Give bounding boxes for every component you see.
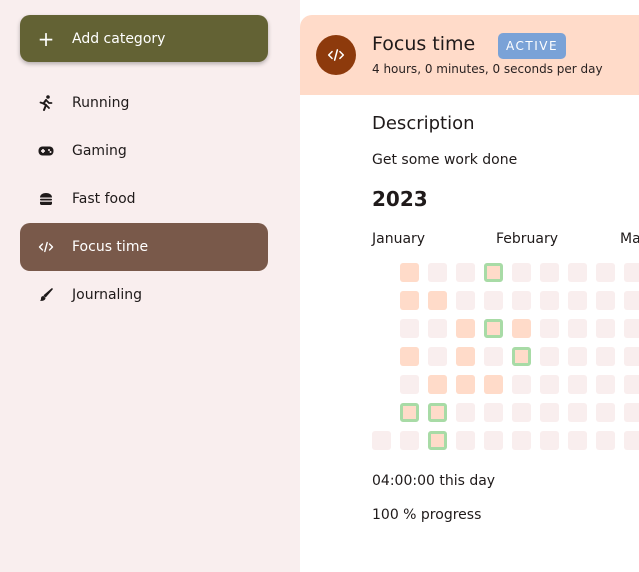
heatmap-day-cell[interactable]: [568, 263, 587, 282]
code-icon: [316, 35, 356, 75]
heatmap-day-cell[interactable]: [568, 347, 587, 366]
heatmap-day-cell[interactable]: [540, 291, 559, 310]
category-header: Focus time ACTIVE 4 hours, 0 minutes, 0 …: [300, 15, 639, 95]
month-label: Ma: [620, 231, 639, 247]
running-icon: [38, 95, 54, 111]
heatmap-day-cell[interactable]: [456, 347, 475, 366]
heatmap-day-cell[interactable]: [540, 347, 559, 366]
heatmap-day-cell[interactable]: [596, 263, 615, 282]
heatmap-day-cell[interactable]: [596, 347, 615, 366]
heatmap-day-cell[interactable]: [456, 263, 475, 282]
heatmap-day-cell[interactable]: [540, 263, 559, 282]
heatmap-day-cell[interactable]: [624, 431, 639, 450]
sidebar-item-running[interactable]: Running: [20, 79, 268, 127]
heatmap-day-cell[interactable]: [456, 319, 475, 338]
heatmap-day-cell[interactable]: [484, 263, 503, 282]
heatmap-day-cell[interactable]: [400, 263, 419, 282]
heatmap-day-cell[interactable]: [624, 263, 639, 282]
heatmap-day-cell[interactable]: [484, 431, 503, 450]
add-category-button[interactable]: + Add category: [20, 15, 268, 62]
heatmap-day-cell[interactable]: [568, 291, 587, 310]
heatmap-day-cell[interactable]: [400, 403, 419, 422]
heatmap-day-cell[interactable]: [372, 431, 391, 450]
heatmap-day-cell[interactable]: [428, 347, 447, 366]
heatmap-day-cell[interactable]: [568, 375, 587, 394]
sidebar-item-label: Journaling: [72, 287, 143, 303]
sidebar-item-journaling[interactable]: Journaling: [20, 271, 268, 319]
heatmap-day-cell[interactable]: [428, 403, 447, 422]
heatmap-day-cell[interactable]: [512, 431, 531, 450]
heatmap-day-cell[interactable]: [456, 403, 475, 422]
gamepad-icon: [38, 143, 54, 159]
heatmap-day-cell[interactable]: [512, 375, 531, 394]
heatmap-day-cell[interactable]: [456, 375, 475, 394]
heatmap-day-cell[interactable]: [512, 319, 531, 338]
heatmap-day-cell[interactable]: [624, 375, 639, 394]
sidebar: + Add category Running Gaming Fast food …: [0, 0, 300, 572]
heatmap-day-cell[interactable]: [568, 431, 587, 450]
heatmap-day-cell[interactable]: [400, 375, 419, 394]
heatmap-day-cell[interactable]: [456, 431, 475, 450]
month-label: January: [372, 231, 426, 247]
brush-icon: [38, 287, 54, 303]
heatmap-day-cell[interactable]: [400, 431, 419, 450]
month-label: February: [496, 231, 559, 247]
plus-icon: +: [37, 26, 55, 51]
heatmap-day-cell[interactable]: [428, 291, 447, 310]
heatmap-day-cell[interactable]: [456, 291, 475, 310]
sidebar-item-fast-food[interactable]: Fast food: [20, 175, 268, 223]
category-title: Focus time: [372, 33, 476, 55]
heatmap-day-cell[interactable]: [596, 431, 615, 450]
heatmap-day-cell[interactable]: [484, 319, 503, 338]
sidebar-item-label: Focus time: [72, 239, 149, 255]
year-heading: 2023: [372, 187, 428, 211]
heatmap-day-cell[interactable]: [428, 431, 447, 450]
heatmap-day-cell[interactable]: [512, 263, 531, 282]
time-today-text: 04:00:00 this day: [372, 473, 496, 489]
heatmap-day-cell[interactable]: [596, 319, 615, 338]
sidebar-item-label: Running: [72, 95, 130, 111]
heatmap-day-cell[interactable]: [400, 319, 419, 338]
heatmap-day-cell[interactable]: [428, 319, 447, 338]
heatmap-day-cell[interactable]: [512, 403, 531, 422]
burger-icon: [38, 191, 54, 207]
heatmap-day-cell[interactable]: [540, 319, 559, 338]
heatmap-day-cell[interactable]: [400, 347, 419, 366]
heatmap-day-cell[interactable]: [596, 403, 615, 422]
heatmap-day-cell[interactable]: [484, 291, 503, 310]
status-badge: ACTIVE: [498, 33, 567, 59]
heatmap-day-cell[interactable]: [540, 431, 559, 450]
progress-text: 100 % progress: [372, 507, 482, 523]
heatmap-day-cell[interactable]: [540, 375, 559, 394]
sidebar-item-label: Fast food: [72, 191, 136, 207]
heatmap-day-cell[interactable]: [484, 347, 503, 366]
description-text: Get some work done: [372, 152, 518, 168]
description-heading: Description: [372, 113, 475, 134]
category-detail: Focus time ACTIVE 4 hours, 0 minutes, 0 …: [300, 0, 639, 572]
heatmap-day-cell[interactable]: [512, 347, 531, 366]
heatmap-day-cell[interactable]: [596, 291, 615, 310]
add-category-label: Add category: [72, 30, 166, 47]
heatmap-day-cell[interactable]: [428, 263, 447, 282]
sidebar-item-label: Gaming: [72, 143, 127, 159]
category-list: Running Gaming Fast food Focus time Jour…: [20, 79, 268, 319]
heatmap-day-cell[interactable]: [540, 403, 559, 422]
heatmap-day-cell[interactable]: [624, 347, 639, 366]
heatmap-day-cell[interactable]: [568, 403, 587, 422]
heatmap-day-cell[interactable]: [624, 403, 639, 422]
heatmap-day-cell[interactable]: [624, 319, 639, 338]
heatmap-day-cell[interactable]: [596, 375, 615, 394]
heatmap-day-cell[interactable]: [624, 291, 639, 310]
daily-goal-text: 4 hours, 0 minutes, 0 seconds per day: [372, 62, 603, 76]
heatmap-day-cell[interactable]: [484, 375, 503, 394]
heatmap-day-cell[interactable]: [428, 375, 447, 394]
sidebar-item-focus-time[interactable]: Focus time: [20, 223, 268, 271]
code-icon: [38, 239, 54, 255]
sidebar-item-gaming[interactable]: Gaming: [20, 127, 268, 175]
heatmap-day-cell[interactable]: [512, 291, 531, 310]
heatmap-day-cell[interactable]: [568, 319, 587, 338]
heatmap-day-cell[interactable]: [400, 291, 419, 310]
heatmap-day-cell[interactable]: [484, 403, 503, 422]
